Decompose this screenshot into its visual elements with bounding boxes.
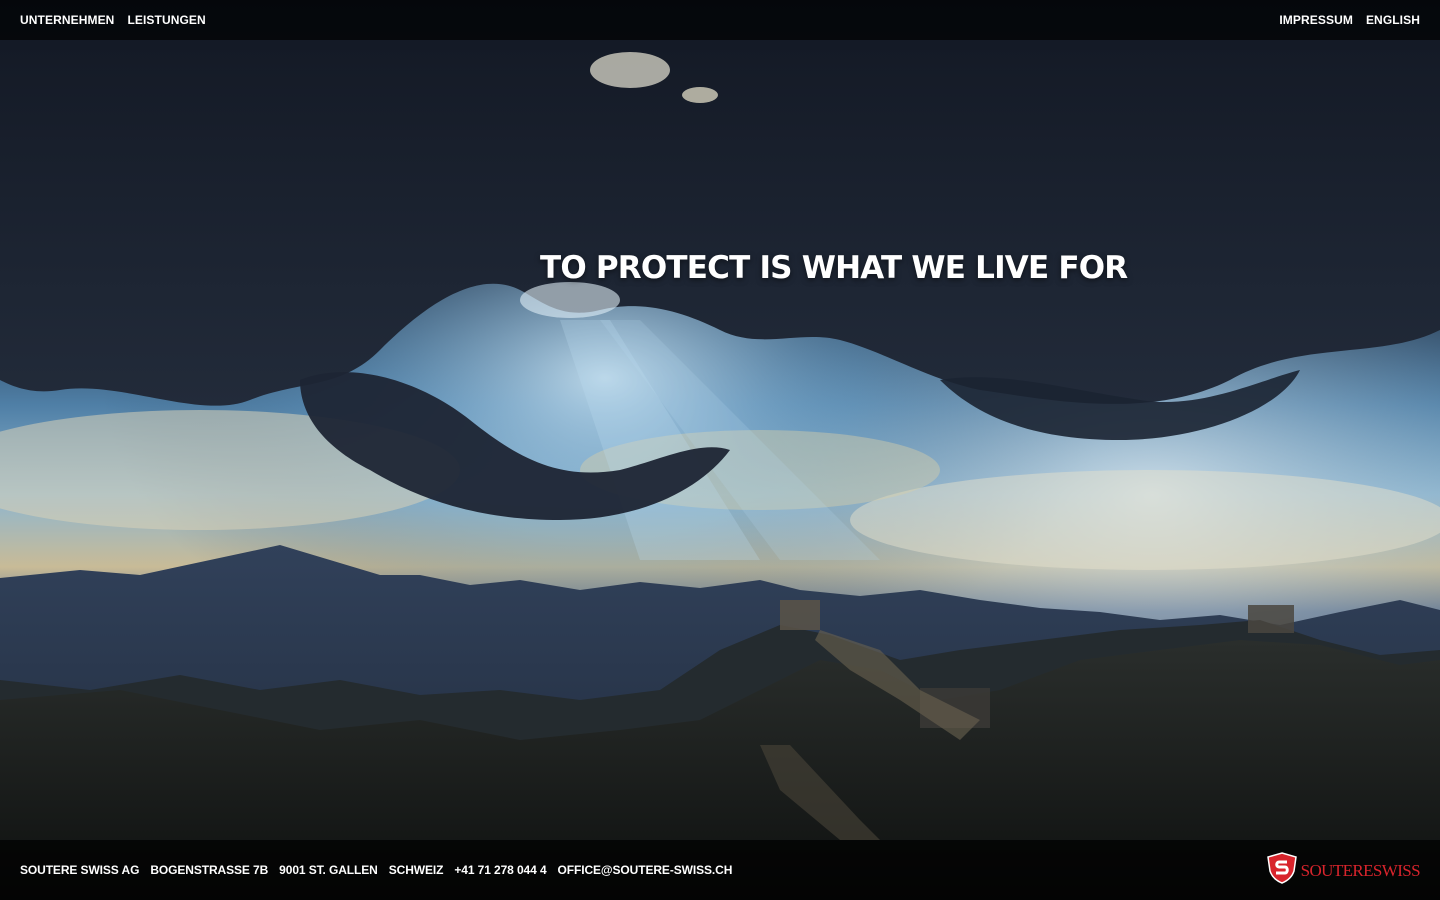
brand-logo[interactable]: SOUTERESWISS	[1265, 851, 1440, 890]
hero-section: TO PROTECT IS WHAT WE LIVE FOR	[540, 250, 1128, 286]
nav-link-english[interactable]: ENGLISH	[1366, 13, 1420, 27]
page: UNTERNEHMEN LEISTUNGEN IMPRESSUM ENGLISH…	[0, 0, 1440, 900]
nav-link-unternehmen[interactable]: UNTERNEHMEN	[20, 13, 114, 27]
top-navigation-bar: UNTERNEHMEN LEISTUNGEN IMPRESSUM ENGLISH	[0, 0, 1440, 40]
company-address: SOUTERE SWISS AG BOGENSTRASSE 7B 9001 ST…	[0, 863, 732, 877]
city: 9001 ST. GALLEN	[279, 863, 378, 877]
nav-link-leistungen[interactable]: LEISTUNGEN	[127, 13, 205, 27]
company-name: SOUTERE SWISS AG	[20, 863, 140, 877]
primary-nav: UNTERNEHMEN LEISTUNGEN	[0, 13, 226, 27]
shield-icon	[1265, 851, 1299, 890]
logo-wordmark: SOUTERESWISS	[1300, 860, 1421, 880]
nav-link-impressum[interactable]: IMPRESSUM	[1279, 13, 1353, 27]
phone-link[interactable]: +41 71 278 044 4	[454, 863, 546, 877]
email-link[interactable]: OFFICE@SOUTERE-SWISS.CH	[558, 863, 733, 877]
hero-headline: TO PROTECT IS WHAT WE LIVE FOR	[540, 250, 1128, 286]
footer-bar: SOUTERE SWISS AG BOGENSTRASSE 7B 9001 ST…	[0, 840, 1440, 900]
street-address: BOGENSTRASSE 7B	[150, 863, 269, 877]
secondary-nav: IMPRESSUM ENGLISH	[1259, 13, 1440, 27]
hero-background-image	[0, 0, 1440, 900]
country: SCHWEIZ	[388, 863, 444, 877]
